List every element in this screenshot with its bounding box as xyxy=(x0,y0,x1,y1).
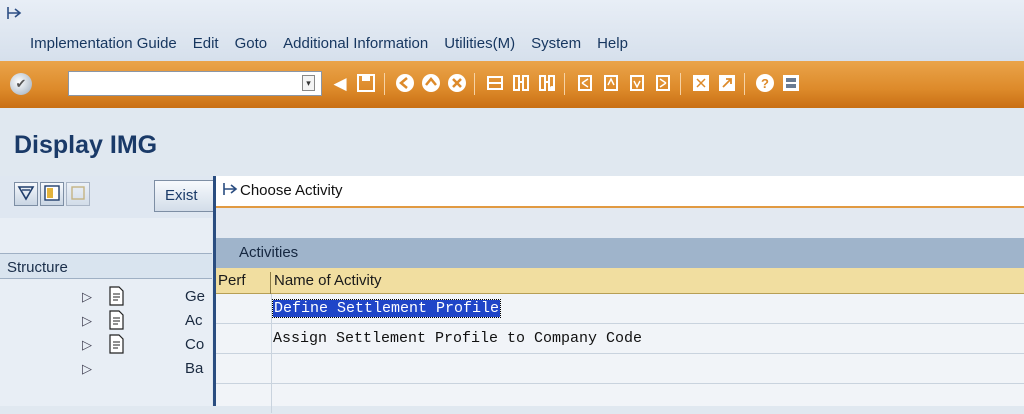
table-column-header: Perf Name of Activity xyxy=(216,268,1024,294)
documentation-icon[interactable] xyxy=(109,310,124,330)
expand-arrow-icon[interactable]: ▷ xyxy=(82,337,92,353)
tree-node[interactable]: ▷ Co xyxy=(0,334,212,358)
menu: Implementation Guide Edit Goto Additiona… xyxy=(28,35,642,52)
expand-arrow-icon[interactable]: ▷ xyxy=(82,289,92,305)
table-row[interactable] xyxy=(216,354,1024,384)
menu-item-goto[interactable]: Goto xyxy=(233,35,270,52)
first-page-icon[interactable] xyxy=(574,73,596,95)
standard-toolbar: ✔ ▾ ◀ ? xyxy=(0,61,1024,108)
dialog-title-bar: Choose Activity xyxy=(216,176,1024,208)
dialog-title: Choose Activity xyxy=(240,182,343,199)
documentation-icon[interactable] xyxy=(109,334,124,354)
column-perf[interactable]: Perf xyxy=(218,272,271,294)
tree-node[interactable]: ▷ Ge xyxy=(0,286,212,310)
existing-bc-sets-button[interactable]: Exist xyxy=(154,180,214,212)
menu-item-utilities[interactable]: Utilities(M) xyxy=(442,35,517,52)
expand-arrow-icon[interactable]: ▷ xyxy=(82,313,92,329)
tree-node-label: Ac xyxy=(185,312,203,329)
find-icon[interactable] xyxy=(510,73,532,95)
structure-tree: Structure ▷ Ge ▷ Ac ▷ Co ▷ Ba xyxy=(0,218,212,406)
customize-layout-icon[interactable] xyxy=(780,73,802,95)
menu-bar: Implementation Guide Edit Goto Additiona… xyxy=(0,0,1024,61)
dialog-spacer xyxy=(216,208,1024,238)
prev-page-icon[interactable] xyxy=(600,73,622,95)
print-icon[interactable] xyxy=(484,73,506,95)
menu-item-implementation-guide[interactable]: Implementation Guide xyxy=(28,35,179,52)
documentation-icon[interactable] xyxy=(109,286,124,306)
save-icon[interactable] xyxy=(355,73,377,95)
tree-node[interactable]: ▷ Ac xyxy=(0,310,212,334)
command-history-icon[interactable]: ▾ xyxy=(302,75,315,91)
tree-node-label: Ba xyxy=(185,360,204,377)
last-page-icon[interactable] xyxy=(652,73,674,95)
next-page-icon[interactable] xyxy=(626,73,648,95)
perf-cell[interactable] xyxy=(216,324,272,353)
table-row[interactable]: Assign Settlement Profile to Company Cod… xyxy=(216,324,1024,354)
expand-subtree-icon[interactable] xyxy=(14,182,38,206)
expand-arrow-icon[interactable]: ▷ xyxy=(82,361,92,377)
tree-node-label: Ge xyxy=(185,288,206,305)
choose-activity-dialog: Choose Activity Activities Perf Name of … xyxy=(213,176,1024,413)
menu-item-edit[interactable]: Edit xyxy=(191,35,221,52)
table-row[interactable] xyxy=(216,384,1024,414)
column-name-of-activity[interactable]: Name of Activity xyxy=(274,272,382,289)
shortcut-icon[interactable] xyxy=(716,73,738,95)
activities-header: Activities xyxy=(216,238,1024,268)
tree-node[interactable]: ▷ Ba xyxy=(0,358,212,382)
position-icon[interactable] xyxy=(66,182,90,206)
perf-cell[interactable] xyxy=(216,294,272,323)
tree-node-label: Co xyxy=(185,336,205,353)
menu-item-additional-information[interactable]: Additional Information xyxy=(281,35,430,52)
exit-icon[interactable] xyxy=(420,73,442,95)
structure-header: Structure xyxy=(0,253,212,279)
activity-name[interactable]: Assign Settlement Profile to Company Cod… xyxy=(273,330,642,347)
find-in-tree-icon[interactable] xyxy=(40,182,64,206)
svg-text:?: ? xyxy=(761,76,769,91)
perf-cell[interactable] xyxy=(216,384,272,413)
menu-item-help[interactable]: Help xyxy=(595,35,630,52)
page-title: Display IMG xyxy=(14,131,158,159)
system-menu-icon[interactable] xyxy=(6,6,22,20)
new-session-icon[interactable] xyxy=(690,73,712,95)
menu-item-system[interactable]: System xyxy=(529,35,583,52)
table-row[interactable]: Define Settlement Profile xyxy=(216,294,1024,324)
enter-icon[interactable]: ✔ xyxy=(10,73,32,95)
find-next-icon[interactable] xyxy=(536,73,558,95)
window-menu-icon[interactable] xyxy=(222,182,238,201)
back-nav-icon[interactable] xyxy=(394,73,416,95)
activity-name[interactable]: Define Settlement Profile xyxy=(271,299,502,318)
help-icon[interactable]: ? xyxy=(754,73,776,95)
collapse-command-icon[interactable]: ◀ xyxy=(329,73,351,95)
perf-cell[interactable] xyxy=(216,354,272,383)
command-field[interactable] xyxy=(68,71,322,96)
cancel-icon[interactable] xyxy=(446,73,468,95)
